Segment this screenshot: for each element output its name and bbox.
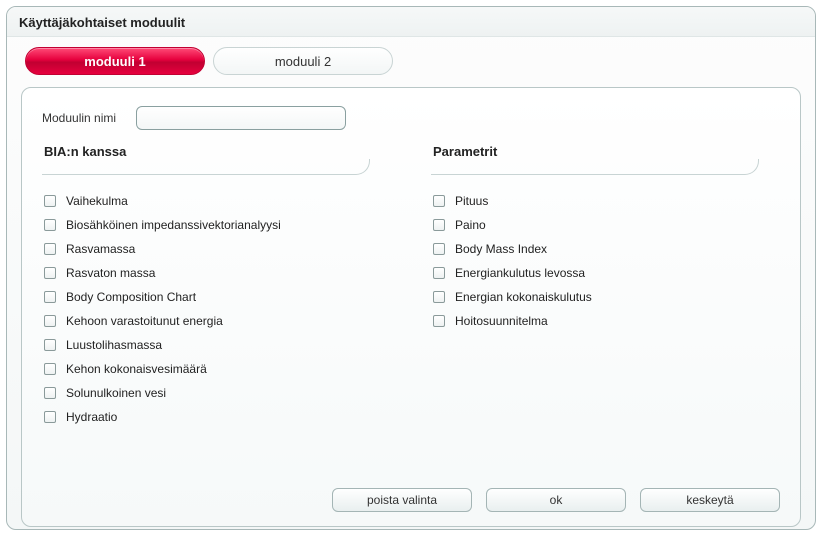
checkbox-label: Body Mass Index: [455, 242, 547, 256]
tab-module-1[interactable]: moduuli 1: [25, 47, 205, 75]
checkbox-label: Hydraatio: [66, 410, 117, 424]
list-item: Hydraatio: [42, 405, 391, 429]
list-item: Vaihekulma: [42, 189, 391, 213]
tab-module-2[interactable]: moduuli 2: [213, 47, 393, 75]
checkbox-label: Energiankulutus levossa: [455, 266, 585, 280]
checkbox[interactable]: [44, 219, 56, 231]
left-column-separator: [42, 159, 370, 175]
checkbox-label: Rasvamassa: [66, 242, 135, 256]
checkbox-label: Biosähköinen impedanssivektorianalyysi: [66, 218, 281, 232]
checkbox[interactable]: [433, 291, 445, 303]
checkbox[interactable]: [44, 411, 56, 423]
checkbox[interactable]: [44, 267, 56, 279]
checkbox[interactable]: [44, 291, 56, 303]
checkbox[interactable]: [44, 387, 56, 399]
checkbox-label: Vaihekulma: [66, 194, 128, 208]
checkbox-label: Luustolihasmassa: [66, 338, 162, 352]
checkbox-label: Solunulkoinen vesi: [66, 386, 166, 400]
right-column: Parametrit Pituus Paino Body Mass Index Ene…: [431, 144, 780, 429]
cancel-button[interactable]: keskeytä: [640, 488, 780, 512]
checkbox-label: Kehoon varastoitunut energia: [66, 314, 223, 328]
right-checkbox-list: Pituus Paino Body Mass Index Energiankulutu…: [431, 189, 780, 333]
right-column-header: Parametrit: [431, 144, 780, 159]
checkbox-label: Kehon kokonaisvesimäärä: [66, 362, 207, 376]
list-item: Biosähköinen impedanssivektorianalyysi: [42, 213, 391, 237]
panel: Moduulin nimi BIA:n kanssa Vaihekulma Bio…: [21, 87, 801, 527]
checkbox[interactable]: [44, 243, 56, 255]
list-item: Kehoon varastoitunut energia: [42, 309, 391, 333]
left-column: BIA:n kanssa Vaihekulma Biosähköinen impe…: [42, 144, 391, 429]
module-name-label: Moduulin nimi: [42, 111, 116, 125]
checkbox[interactable]: [44, 195, 56, 207]
checkbox-label: Rasvaton massa: [66, 266, 155, 280]
checkbox-label: Hoitosuunnitelma: [455, 314, 548, 328]
checkbox[interactable]: [44, 315, 56, 327]
checkbox[interactable]: [433, 195, 445, 207]
list-item: Hoitosuunnitelma: [431, 309, 780, 333]
list-item: Luustolihasmassa: [42, 333, 391, 357]
list-item: Pituus: [431, 189, 780, 213]
list-item: Kehon kokonaisvesimäärä: [42, 357, 391, 381]
button-row: poista valinta ok keskeytä: [332, 488, 780, 512]
checkbox[interactable]: [433, 267, 445, 279]
dialog-title: Käyttäjäkohtaiset moduulit: [7, 7, 815, 37]
left-column-header: BIA:n kanssa: [42, 144, 391, 159]
list-item: Energian kokonaiskulutus: [431, 285, 780, 309]
clear-selection-button[interactable]: poista valinta: [332, 488, 472, 512]
list-item: Body Mass Index: [431, 237, 780, 261]
tabs-row: moduuli 1 moduuli 2: [7, 37, 815, 75]
left-checkbox-list: Vaihekulma Biosähköinen impedanssivektori…: [42, 189, 391, 429]
right-column-separator: [431, 159, 759, 175]
checkbox[interactable]: [433, 315, 445, 327]
checkbox[interactable]: [44, 339, 56, 351]
checkbox-label: Paino: [455, 218, 486, 232]
checkbox[interactable]: [433, 243, 445, 255]
checkbox[interactable]: [433, 219, 445, 231]
checkbox-label: Body Composition Chart: [66, 290, 196, 304]
checkbox-label: Energian kokonaiskulutus: [455, 290, 592, 304]
dialog: Käyttäjäkohtaiset moduulit moduuli 1 mod…: [6, 6, 816, 530]
list-item: Energiankulutus levossa: [431, 261, 780, 285]
list-item: Rasvamassa: [42, 237, 391, 261]
module-name-row: Moduulin nimi: [42, 106, 780, 130]
list-item: Paino: [431, 213, 780, 237]
columns: BIA:n kanssa Vaihekulma Biosähköinen impe…: [42, 144, 780, 429]
list-item: Rasvaton massa: [42, 261, 391, 285]
ok-button[interactable]: ok: [486, 488, 626, 512]
checkbox[interactable]: [44, 363, 56, 375]
list-item: Solunulkoinen vesi: [42, 381, 391, 405]
module-name-input[interactable]: [136, 106, 346, 130]
list-item: Body Composition Chart: [42, 285, 391, 309]
checkbox-label: Pituus: [455, 194, 488, 208]
